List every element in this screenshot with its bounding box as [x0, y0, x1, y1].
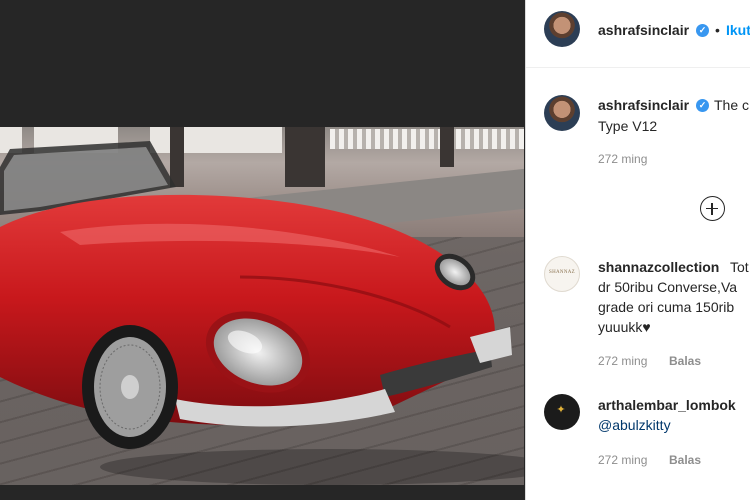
- comment-username[interactable]: arthalembar_lombok: [598, 397, 736, 413]
- comment-timestamp[interactable]: 272 ming: [598, 354, 647, 368]
- car-illustration: [0, 141, 524, 485]
- avatar-logo-text: SHANNAZ: [549, 270, 575, 275]
- post-header: ashrafsinclair ✓ • Ikuti: [526, 0, 750, 68]
- owner-avatar[interactable]: [544, 11, 580, 47]
- verified-badge-icon: ✓: [696, 99, 709, 112]
- caption-text-line1: The c: [714, 97, 750, 113]
- caption-username[interactable]: ashrafsinclair: [598, 97, 689, 113]
- comment-text-line: dr 50ribu Converse,Va: [598, 279, 738, 295]
- comment-mention-link[interactable]: @abulzkitty: [598, 415, 671, 435]
- post-media-pane: [0, 0, 525, 500]
- owner-username[interactable]: ashrafsinclair: [598, 22, 689, 38]
- verified-badge-icon: ✓: [696, 24, 709, 37]
- comment-username[interactable]: shannazcollection: [598, 259, 719, 275]
- comment-text-line: Tot: [730, 259, 749, 275]
- commenter-avatar[interactable]: ✦: [544, 394, 580, 430]
- comment-text-line: grade ori cuma 150rib: [598, 299, 735, 315]
- comment-timestamp[interactable]: 272 ming: [598, 453, 647, 467]
- reply-button[interactable]: Balas: [669, 453, 701, 467]
- plus-circle-icon[interactable]: [700, 196, 725, 221]
- caption-text-line2: Type V12: [598, 118, 658, 134]
- post-side-panel: ashrafsinclair ✓ • Ikuti ashrafsinclair …: [526, 0, 750, 500]
- comment-text-line: yuuukk♥: [598, 319, 651, 335]
- caption-timestamp[interactable]: 272 ming: [598, 152, 647, 166]
- reply-button[interactable]: Balas: [669, 354, 701, 368]
- caption-avatar[interactable]: [544, 95, 580, 131]
- post-photo[interactable]: [0, 127, 524, 485]
- commenter-avatar[interactable]: SHANNAZ: [544, 256, 580, 292]
- star-icon: ✦: [556, 404, 566, 416]
- separator-dot: •: [715, 22, 720, 38]
- follow-button[interactable]: Ikuti: [726, 22, 750, 38]
